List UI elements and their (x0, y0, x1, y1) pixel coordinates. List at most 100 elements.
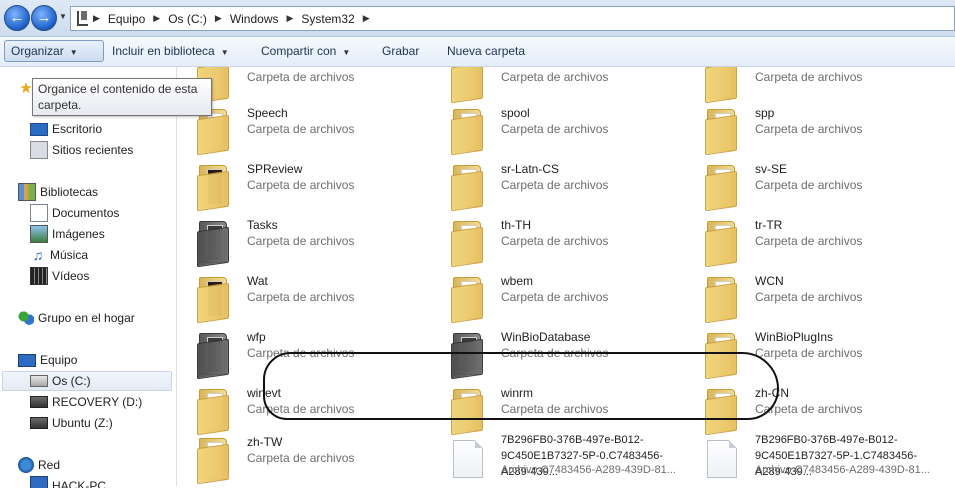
chevron-right-icon[interactable]: ▶ (93, 13, 100, 24)
item-type: Carpeta de archivos (247, 70, 355, 84)
hard-drive-icon (30, 417, 48, 429)
folder-item[interactable]: wbem Carpeta de archivos (431, 271, 681, 324)
nav-network-label: Red (38, 458, 61, 472)
nav-desktop-label: Escritorio (52, 122, 103, 136)
folder-item[interactable]: sr-Latn-CS Carpeta de archivos (431, 159, 681, 212)
folder-item[interactable]: spool Carpeta de archivos (431, 103, 681, 156)
folder-icon (705, 273, 739, 324)
include-in-library-button[interactable]: Incluir en biblioteca ▼ (106, 40, 235, 62)
folder-icon (451, 385, 485, 436)
recent-pages-dropdown-icon[interactable]: ▼ (59, 12, 67, 21)
folder-item[interactable]: WinBioPlugIns Carpeta de archivos (685, 327, 935, 380)
file-item[interactable]: 7B296FB0-376B-497e-B012-9C450E1B7327-5P-… (431, 432, 681, 482)
organize-button[interactable]: Organizar ▼ (4, 40, 104, 62)
file-icon (451, 434, 485, 480)
item-name: zh-CN (755, 386, 790, 400)
folder-icon (705, 161, 739, 212)
breadcrumb-equipo[interactable]: Equipo (108, 12, 145, 26)
item-type: Carpeta de archivos (755, 402, 863, 416)
folder-item[interactable]: zh-CN Carpeta de archivos (685, 383, 935, 436)
nav-drive-d[interactable]: RECOVERY (D:) (30, 392, 142, 412)
folder-item[interactable]: Tasks Carpeta de archivos (177, 215, 427, 268)
nav-images[interactable]: Imágenes (30, 224, 105, 244)
item-name: Speech (247, 106, 288, 120)
nav-libraries[interactable]: Bibliotecas (18, 182, 98, 202)
item-name: zh-TW (247, 435, 283, 449)
nav-computer-label: Equipo (40, 353, 78, 367)
folder-item[interactable]: winevt Carpeta de archivos (177, 383, 427, 436)
chevron-right-icon[interactable]: ▶ (153, 13, 160, 24)
video-icon (30, 267, 48, 285)
back-button[interactable]: ← (4, 5, 30, 31)
item-type: Carpeta de archivos (501, 70, 609, 84)
item-name: Tasks (247, 218, 278, 232)
item-type: Carpeta de archivos (247, 346, 355, 360)
nav-documents[interactable]: Documentos (30, 203, 119, 223)
nav-music-label: Música (50, 248, 89, 262)
item-type: Carpeta de archivos (755, 122, 863, 136)
nav-computer[interactable]: Equipo (18, 350, 77, 370)
item-type: Carpeta de archivos (247, 178, 355, 192)
folder-item[interactable]: Carpeta de archivos (177, 67, 427, 104)
folder-item[interactable]: Speech Carpeta de archivos (177, 103, 427, 156)
folder-item[interactable]: tr-TR Carpeta de archivos (685, 215, 935, 268)
nav-videos-label: Vídeos (52, 269, 90, 283)
folder-item[interactable]: WinBioDatabase Carpeta de archivos (431, 327, 681, 380)
nav-drive-c[interactable]: Os (C:) (2, 371, 172, 391)
windows-drive-icon (30, 375, 48, 387)
folder-item[interactable]: Carpeta de archivos (685, 67, 935, 104)
folder-icon (197, 329, 231, 380)
folder-icon (705, 105, 739, 156)
item-type: Carpeta de archivos (501, 290, 609, 304)
dropdown-arrow-icon: ▼ (69, 48, 78, 57)
folder-item[interactable]: winrm Carpeta de archivos (431, 383, 681, 436)
chevron-right-icon[interactable]: ▶ (363, 13, 370, 24)
chevron-right-icon[interactable]: ▶ (287, 13, 294, 24)
item-type: Carpeta de archivos (755, 70, 863, 84)
nav-videos[interactable]: Vídeos (30, 266, 89, 286)
item-name: winevt (247, 386, 282, 400)
nav-homegroup-label: Grupo en el hogar (38, 311, 135, 325)
file-list[interactable]: Carpeta de archivos Carpeta de archivos Ca… (177, 67, 955, 486)
nav-network[interactable]: Red (18, 455, 60, 475)
file-item[interactable]: 7B296FB0-376B-497e-B012-9C450E1B7327-5P-… (685, 432, 935, 482)
folder-icon (705, 385, 739, 436)
folder-item[interactable]: spp Carpeta de archivos (685, 103, 935, 156)
folder-item[interactable]: SPReview Carpeta de archivos (177, 159, 427, 212)
folder-item[interactable]: WCN Carpeta de archivos (685, 271, 935, 324)
nav-drive-z[interactable]: Ubuntu (Z:) (30, 413, 113, 433)
nav-drive-z-label: Ubuntu (Z:) (52, 416, 113, 430)
breadcrumb[interactable]: ▶ Equipo ▶ Os (C:) ▶ Windows ▶ System32 ▶ (70, 6, 955, 31)
folder-icon (451, 161, 485, 212)
folder-item[interactable]: zh-TW Carpeta de archivos (177, 432, 427, 485)
folder-item[interactable]: wfp Carpeta de archivos (177, 327, 427, 380)
folder-item[interactable]: Wat Carpeta de archivos (177, 271, 427, 324)
nav-music[interactable]: ♫ Música (30, 245, 88, 265)
folder-icon (197, 385, 231, 436)
burn-button[interactable]: Grabar (376, 40, 425, 62)
address-bar-area: ← → ▼ ▶ Equipo ▶ Os (C:) ▶ Windows ▶ System3… (0, 0, 955, 37)
folder-item[interactable]: th-TH Carpeta de archivos (431, 215, 681, 268)
folder-icon (197, 434, 231, 485)
folder-icon (451, 105, 485, 156)
nav-recent-places[interactable]: Sitios recientes (30, 140, 133, 160)
breadcrumb-system32[interactable]: System32 (301, 12, 354, 26)
forward-button[interactable]: → (31, 5, 57, 31)
chevron-right-icon[interactable]: ▶ (215, 13, 222, 24)
nav-drive-c-label: Os (C:) (52, 374, 91, 388)
folder-icon (451, 273, 485, 324)
dropdown-arrow-icon: ▼ (342, 48, 351, 57)
documents-icon (30, 204, 48, 222)
new-folder-button[interactable]: Nueva carpeta (441, 40, 531, 62)
nav-network-pc[interactable]: HACK-PC (30, 476, 106, 488)
item-name: WinBioPlugIns (755, 330, 834, 344)
nav-desktop[interactable]: Escritorio (30, 119, 102, 139)
item-name: spp (755, 106, 775, 120)
nav-homegroup[interactable]: Grupo en el hogar (18, 308, 135, 328)
folder-item[interactable]: Carpeta de archivos (431, 67, 681, 104)
breadcrumb-os-c[interactable]: Os (C:) (168, 12, 207, 26)
folder-item[interactable]: sv-SE Carpeta de archivos (685, 159, 935, 212)
item-name: wfp (247, 330, 266, 344)
breadcrumb-windows[interactable]: Windows (230, 12, 279, 26)
share-with-button[interactable]: Compartir con ▼ (255, 40, 356, 62)
